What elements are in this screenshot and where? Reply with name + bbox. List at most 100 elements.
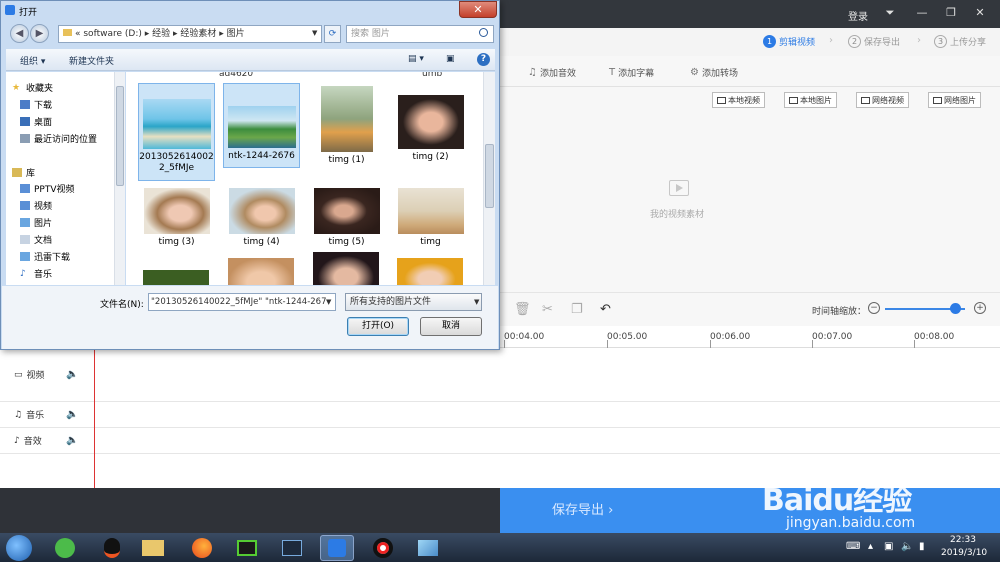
taskbar-app-notes[interactable] [411, 535, 445, 561]
effect-track[interactable]: ♪ 音效 🔈 [0, 428, 1000, 454]
file-item[interactable]: timg (3) [138, 185, 215, 249]
file-thumbnail[interactable] [397, 258, 463, 285]
taskbar-app-360[interactable] [48, 535, 82, 561]
search-input[interactable]: 搜索 图片 [346, 25, 494, 43]
clock-date[interactable]: 2019/3/10 [941, 548, 987, 558]
cancel-button[interactable]: 取消 [420, 317, 482, 336]
tray-expand-icon[interactable]: ▴ [868, 541, 873, 552]
video-track[interactable]: ▭ 视频 🔈 [0, 348, 1000, 402]
file-type-select[interactable]: 所有支持的图片文件 [345, 293, 482, 311]
open-button[interactable]: 打开(O) [347, 317, 409, 336]
menu-dropdown-icon[interactable]: ⏷ [881, 5, 899, 21]
nav-pptv[interactable]: PPTV视频 [20, 182, 75, 195]
nav-music[interactable]: ♪ 音乐 [20, 267, 52, 280]
new-folder-button[interactable]: 新建文件夹 [69, 54, 114, 67]
nav-documents[interactable]: 文档 [20, 233, 52, 246]
forward-button[interactable]: ▶ [30, 24, 49, 43]
video-icon [861, 96, 870, 104]
add-transition-button[interactable]: ⚙ 添加转场 [690, 66, 738, 79]
file-grid-scrollbar[interactable] [483, 72, 495, 285]
file-thumbnail[interactable] [228, 258, 294, 285]
nav-downloads[interactable]: 下载 [20, 98, 52, 111]
tray-app-icon[interactable]: ▣ [884, 541, 893, 552]
file-thumbnail[interactable] [143, 270, 209, 285]
web-video-button[interactable]: 网络视频 [856, 92, 909, 108]
ruler-tick: 00:05.00 [607, 332, 648, 342]
taskbar-app-explorer[interactable] [136, 535, 170, 561]
start-button[interactable] [6, 535, 32, 561]
undo-icon[interactable]: ↶ [600, 302, 611, 317]
taskbar-app-camtasia[interactable] [230, 535, 264, 561]
zoom-in-icon[interactable]: + [974, 302, 986, 314]
volume-icon[interactable]: 🔈 [66, 409, 78, 420]
volume-icon[interactable]: 🔈 [901, 541, 913, 552]
navigation-pane: ★ 收藏夹 下载 桌面 最近访问的位置 库 PPTV视频 视频 图片 文档 迅雷… [6, 72, 116, 285]
clock-time[interactable]: 22:33 [950, 535, 976, 545]
playhead[interactable] [94, 348, 95, 489]
step-upload-share[interactable]: 3 上传分享 [934, 35, 986, 48]
nav-videos[interactable]: 视频 [20, 199, 52, 212]
file-item[interactable]: timg (2) [392, 83, 469, 168]
file-item[interactable]: 20130526140022_5fMJe [138, 83, 215, 181]
network-icon[interactable]: ▮ [919, 541, 925, 552]
add-audio-button[interactable]: ♫ 添加音效 [528, 66, 576, 79]
zoom-slider-handle[interactable] [950, 303, 961, 314]
copy-icon[interactable]: ❐ [571, 302, 583, 317]
preview-pane-icon[interactable]: ▣ [446, 54, 455, 64]
local-image-button[interactable]: 本地图片 [784, 92, 837, 108]
nav-libraries[interactable]: 库 [12, 166, 35, 179]
address-dropdown-icon[interactable]: ▼ [312, 29, 317, 37]
volume-icon[interactable]: 🔈 [66, 369, 78, 380]
split-icon[interactable]: ✂ [542, 302, 553, 317]
file-item[interactable]: timg (5) [308, 185, 385, 249]
effect-track-header: ♪ 音效 🔈 [14, 435, 79, 447]
taskbar-app-qq[interactable] [95, 535, 129, 561]
dialog-close-button[interactable]: ✕ [459, 1, 497, 18]
file-item[interactable]: timg (1) [308, 83, 385, 168]
nav-pictures[interactable]: 图片 [20, 216, 52, 229]
file-type-dropdown-icon[interactable]: ▼ [474, 298, 479, 306]
file-item[interactable]: ntk-1244-2676 [223, 83, 300, 168]
add-subtitle-button[interactable]: T 添加字幕 [609, 66, 654, 79]
minimize-button[interactable]: — [913, 5, 931, 21]
address-bar[interactable]: « software (D:) ▸ 经验 ▸ 经验素材 ▸ 图片 [58, 25, 322, 43]
volume-icon[interactable]: 🔈 [66, 435, 78, 446]
filename-input[interactable]: "20130526140022_5fMJe" "ntk-1244-267 [148, 293, 336, 311]
chevron-right-icon: › [917, 35, 921, 46]
keyboard-icon[interactable]: ⌨ [846, 541, 860, 552]
maximize-button[interactable]: ❐ [942, 5, 960, 21]
nav-favorites[interactable]: ★ 收藏夹 [12, 81, 53, 94]
local-video-button[interactable]: 本地视频 [712, 92, 765, 108]
delete-icon[interactable]: 🗑 [514, 302, 531, 317]
close-button[interactable]: ✕ [971, 5, 989, 21]
nav-scrollbar-thumb[interactable] [116, 86, 124, 186]
login-link[interactable]: 登录 [848, 8, 868, 23]
zoom-out-icon[interactable]: − [868, 302, 880, 314]
file-thumbnail[interactable] [313, 252, 379, 285]
file-item[interactable]: timg (4) [223, 185, 300, 249]
taskbar-app-recorder[interactable] [275, 535, 309, 561]
search-icon[interactable] [479, 28, 488, 37]
taskbar-app-firefox[interactable] [185, 535, 219, 561]
organize-menu[interactable]: 组织 ▾ [20, 54, 45, 67]
step-save-export[interactable]: 2 保存导出 [848, 35, 900, 48]
step-edit-video[interactable]: 1 剪辑视频 [763, 35, 815, 48]
view-options-icon[interactable]: ▤ ▾ [408, 54, 424, 64]
file-grid: ad4620 umb 20130526140022_5fMJe ntk-1244… [126, 72, 483, 285]
nav-recent[interactable]: 最近访问的位置 [20, 132, 97, 145]
file-item[interactable]: timg [392, 185, 469, 249]
library-icon [12, 168, 22, 177]
refresh-button[interactable]: ⟳ [324, 25, 341, 43]
music-track[interactable]: ♫ 音乐 🔈 [0, 402, 1000, 428]
nav-scrollbar[interactable] [114, 72, 125, 285]
web-image-button[interactable]: 网络图片 [928, 92, 981, 108]
help-icon[interactable]: ? [477, 53, 490, 66]
filename-dropdown-icon[interactable]: ▼ [326, 298, 331, 306]
dialog-app-icon [5, 5, 15, 15]
nav-desktop[interactable]: 桌面 [20, 115, 52, 128]
taskbar-app-screen-record[interactable] [366, 535, 400, 561]
file-grid-scrollbar-thumb[interactable] [485, 144, 494, 208]
taskbar-app-video-editor[interactable] [320, 535, 354, 561]
nav-xunlei[interactable]: 迅雷下载 [20, 250, 70, 263]
back-button[interactable]: ◀ [10, 24, 29, 43]
